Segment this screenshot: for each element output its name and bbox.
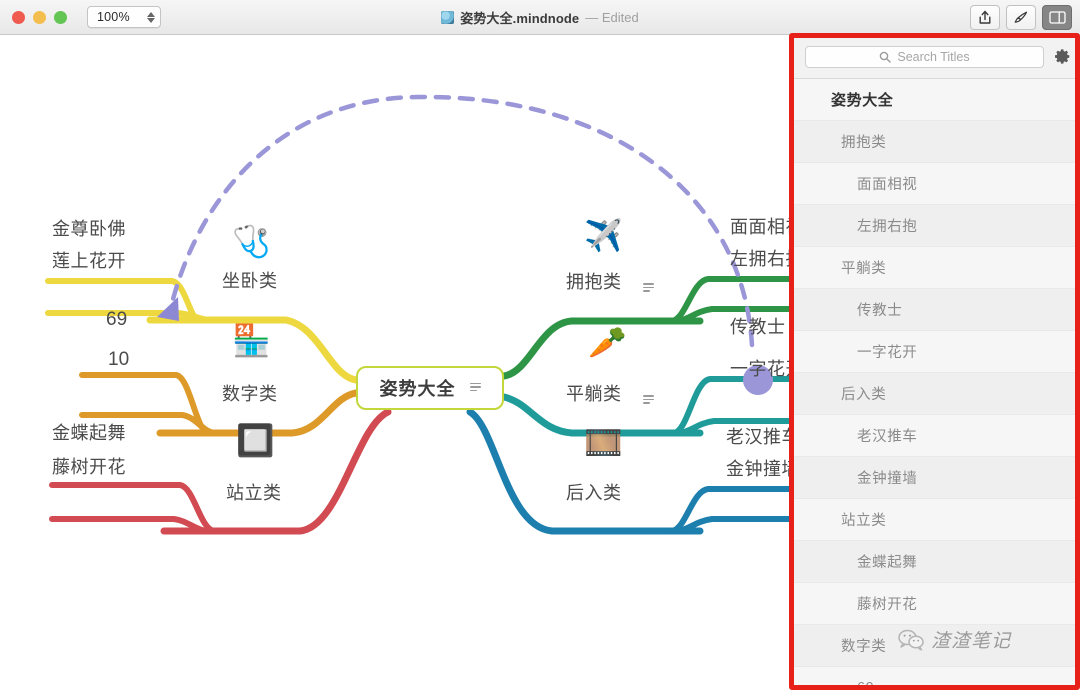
minimize-button[interactable] bbox=[33, 10, 46, 24]
node-label-zuowolei[interactable]: 坐卧类 bbox=[222, 267, 278, 293]
airplane-emoji: ✈️ bbox=[584, 218, 623, 253]
search-icon bbox=[880, 51, 892, 63]
node-label-pingtanglei[interactable]: 平躺类 bbox=[566, 380, 622, 406]
storefront-emoji: 🏪 bbox=[232, 323, 271, 358]
leaf-label-chuanjiaoshi[interactable]: 传教士 bbox=[730, 313, 786, 339]
outline-row-12[interactable]: 藤树开花 bbox=[793, 583, 1080, 625]
outline-row-13[interactable]: 数字类 bbox=[793, 625, 1080, 667]
mindnode-window: 100% 姿势大全.mindnode — Edited 🩺 🏪 🔲 ✈️ 🥕 🎞… bbox=[0, 0, 1080, 690]
outline-label: 后入类 bbox=[841, 387, 887, 403]
chip-emoji: 🔲 bbox=[236, 423, 275, 458]
outline-label: 藤树开花 bbox=[857, 597, 918, 613]
mindmap-root-node[interactable]: 姿势大全 bbox=[356, 366, 504, 410]
outline-row-9[interactable]: 金钟撞墙 bbox=[793, 457, 1080, 499]
toolbar-right-group bbox=[970, 5, 1072, 30]
outline-label: 69 bbox=[857, 679, 875, 690]
outline-list[interactable]: 姿势大全 拥抱类 面面相视 左拥右抱 平躺类 传教士 一字花开 后入类 老汉推车… bbox=[793, 79, 1080, 690]
close-button[interactable] bbox=[12, 10, 25, 24]
outline-row-1[interactable]: 拥抱类 bbox=[793, 121, 1080, 163]
outline-row-4[interactable]: 平躺类 bbox=[793, 247, 1080, 289]
outline-label: 老汉推车 bbox=[857, 429, 918, 445]
arrow-head-icon bbox=[157, 297, 179, 321]
outline-label: 金钟撞墙 bbox=[857, 471, 918, 487]
outline-label: 面面相视 bbox=[857, 177, 918, 193]
node-label-shuzilei[interactable]: 数字类 bbox=[222, 380, 278, 406]
leaf-label-jinzunwofo[interactable]: 金尊卧佛 bbox=[52, 215, 126, 241]
outline-label: 左拥右抱 bbox=[857, 219, 918, 235]
document-title: 姿势大全.mindnode — Edited bbox=[0, 0, 1080, 35]
outline-label: 数字类 bbox=[841, 639, 887, 655]
outline-label: 平躺类 bbox=[841, 261, 887, 277]
search-input[interactable]: Search Titles bbox=[805, 45, 1044, 68]
settings-button[interactable] bbox=[1052, 47, 1072, 67]
outline-label: 传教士 bbox=[857, 303, 903, 319]
outline-row-10[interactable]: 站立类 bbox=[793, 499, 1080, 541]
outline-label: 拥抱类 bbox=[841, 135, 887, 151]
node-label-yongbaolei[interactable]: 拥抱类 bbox=[566, 268, 622, 294]
outline-label: 姿势大全 bbox=[831, 92, 894, 109]
zoom-level-value: 100% bbox=[97, 10, 130, 24]
outline-row-root[interactable]: 姿势大全 bbox=[793, 79, 1080, 121]
document-name: 姿势大全.mindnode bbox=[460, 11, 580, 26]
note-lines-icon-root bbox=[469, 382, 481, 394]
format-brush-icon bbox=[1014, 11, 1027, 23]
stethoscope-emoji: 🩺 bbox=[232, 224, 271, 259]
outline-row-6[interactable]: 一字花开 bbox=[793, 331, 1080, 373]
outline-sidebar[interactable]: Search Titles 姿势大全 拥抱类 面面相视 左拥右抱 平躺类 传教士… bbox=[792, 35, 1080, 690]
leaf-label-69[interactable]: 69 bbox=[106, 309, 127, 331]
carrot-emoji: 🥕 bbox=[588, 325, 627, 360]
leaf-label-laohantuiche[interactable]: 老汉推车 bbox=[726, 423, 800, 449]
document-file-icon bbox=[441, 11, 455, 24]
outline-label: 金蝶起舞 bbox=[857, 555, 918, 571]
dashed-arc-line bbox=[169, 94, 755, 348]
zoom-level-stepper[interactable]: 100% bbox=[87, 6, 161, 28]
outline-row-2[interactable]: 面面相视 bbox=[793, 163, 1080, 205]
note-lines-icon-pingtang bbox=[643, 395, 654, 406]
sidebar-toggle-icon bbox=[1048, 11, 1066, 24]
root-node-label: 姿势大全 bbox=[379, 379, 456, 399]
gear-icon bbox=[1054, 49, 1069, 64]
outline-row-5[interactable]: 传教士 bbox=[793, 289, 1080, 331]
sidebar-search-bar: Search Titles bbox=[793, 35, 1080, 79]
node-label-hourulei[interactable]: 后入类 bbox=[566, 479, 622, 505]
share-icon bbox=[979, 10, 991, 24]
leaf-label-jindieqiwu[interactable]: 金蝶起舞 bbox=[52, 419, 126, 445]
sidebar-toggle-button[interactable] bbox=[1042, 5, 1072, 30]
leaf-label-jinzhongzhuangqiang[interactable]: 金钟撞墙 bbox=[726, 455, 800, 481]
outline-row-8[interactable]: 老汉推车 bbox=[793, 415, 1080, 457]
leaf-label-10[interactable]: 10 bbox=[108, 349, 129, 371]
stepper-arrows-icon[interactable] bbox=[147, 11, 155, 23]
outline-label: 一字花开 bbox=[857, 345, 918, 361]
search-placeholder: Search Titles bbox=[897, 49, 970, 64]
leaf-label-lianshanghuakai[interactable]: 莲上花开 bbox=[52, 247, 126, 273]
format-brush-button[interactable] bbox=[1006, 5, 1036, 30]
node-label-zhanlilei[interactable]: 站立类 bbox=[226, 479, 282, 505]
outline-row-11[interactable]: 金蝶起舞 bbox=[793, 541, 1080, 583]
document-edit-status: — Edited bbox=[585, 10, 639, 25]
maximize-button[interactable] bbox=[54, 10, 67, 24]
share-button[interactable] bbox=[970, 5, 1000, 30]
window-titlebar: 100% 姿势大全.mindnode — Edited bbox=[0, 0, 1080, 35]
note-lines-icon-yongbao bbox=[643, 283, 654, 294]
traffic-light-group bbox=[12, 10, 67, 24]
film-emoji: 🎞️ bbox=[584, 425, 623, 460]
outline-row-7[interactable]: 后入类 bbox=[793, 373, 1080, 415]
outline-row-3[interactable]: 左拥右抱 bbox=[793, 205, 1080, 247]
outline-row-14[interactable]: 69 bbox=[793, 667, 1080, 690]
leaf-label-tengshukaihua[interactable]: 藤树开花 bbox=[52, 453, 126, 479]
outline-label: 站立类 bbox=[841, 513, 887, 529]
